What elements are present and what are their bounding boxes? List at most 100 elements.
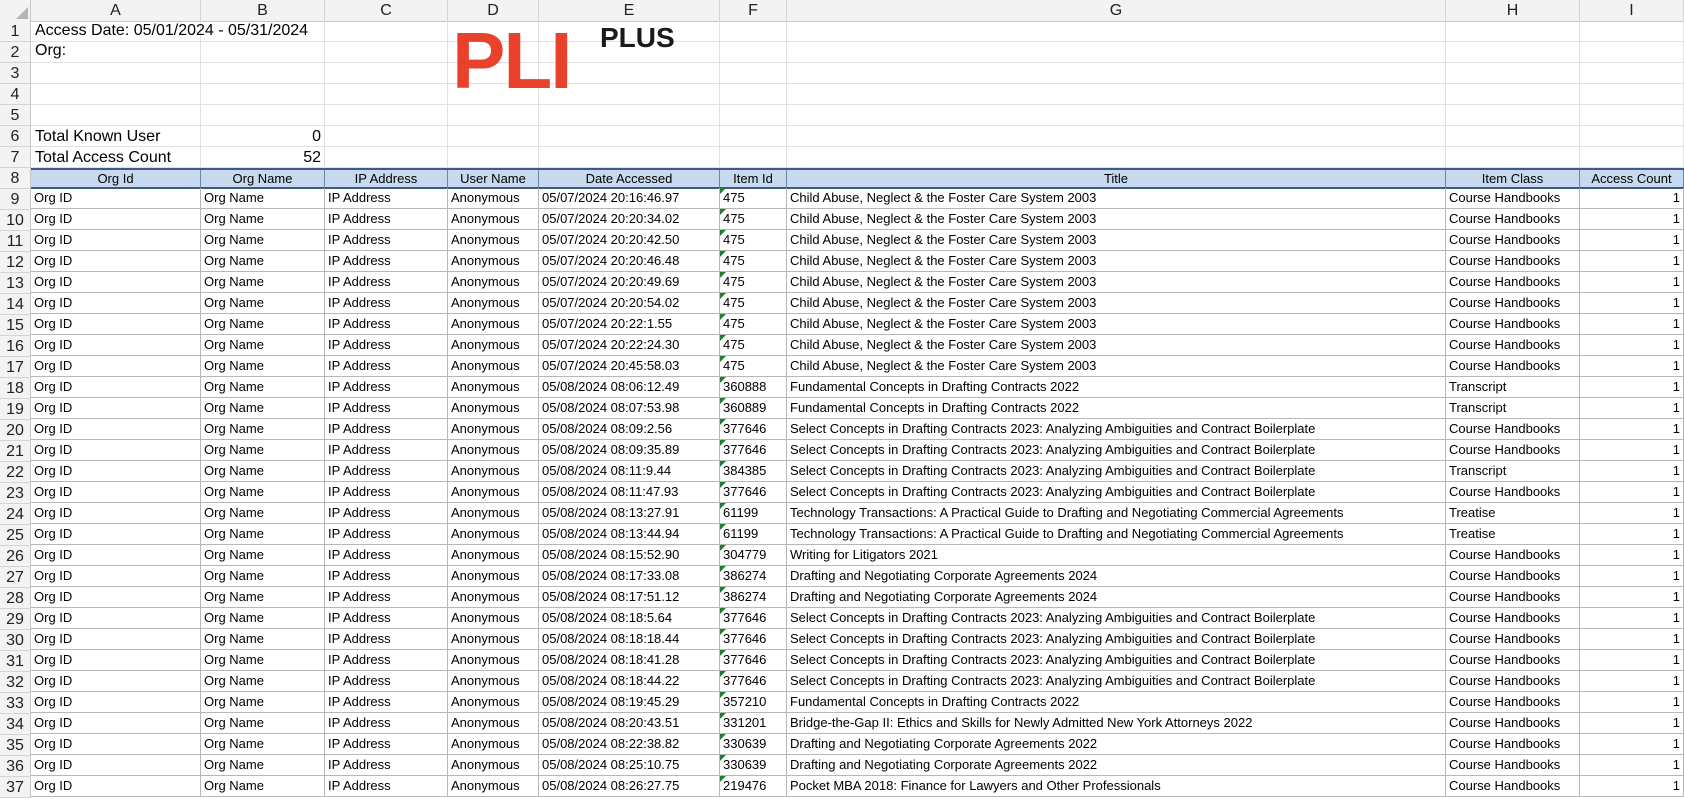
cell-item-class[interactable]: Course Handbooks — [1446, 356, 1580, 376]
cell-user-name[interactable]: Anonymous — [448, 503, 539, 523]
cell-org-id[interactable]: Org ID — [31, 461, 201, 481]
cell-org-name[interactable]: Org Name — [201, 734, 325, 754]
cell-access-count[interactable]: 1 — [1580, 314, 1684, 334]
cell-ip-address[interactable]: IP Address — [325, 440, 448, 460]
cell-access-count[interactable]: 1 — [1580, 377, 1684, 397]
cell-item-id[interactable]: 377646 — [720, 482, 787, 502]
cell-access-count[interactable]: 1 — [1580, 335, 1684, 355]
cell-ip-address[interactable]: IP Address — [325, 272, 448, 292]
cell-title[interactable]: Child Abuse, Neglect & the Foster Care S… — [787, 251, 1446, 271]
cell-item-class[interactable]: Course Handbooks — [1446, 692, 1580, 712]
cell-org-name[interactable]: Org Name — [201, 230, 325, 250]
cell-ip-address[interactable]: IP Address — [325, 503, 448, 523]
cell-title[interactable]: Technology Transactions: A Practical Gui… — [787, 524, 1446, 544]
cell-user-name[interactable]: Anonymous — [448, 272, 539, 292]
cell-ip-address[interactable]: IP Address — [325, 650, 448, 670]
cell-item-id[interactable]: 475 — [720, 272, 787, 292]
cell-user-name[interactable]: Anonymous — [448, 650, 539, 670]
cell-org-name[interactable]: Org Name — [201, 608, 325, 628]
cell-access-count[interactable]: 1 — [1580, 755, 1684, 775]
row-header-23[interactable]: 23 — [0, 483, 31, 504]
cell-ip-address[interactable]: IP Address — [325, 776, 448, 796]
row-header-32[interactable]: 32 — [0, 672, 31, 693]
column-header-h[interactable]: H — [1446, 0, 1580, 21]
cell-date-accessed[interactable]: 05/07/2024 20:22:1.55 — [539, 314, 720, 334]
number-as-text-flag-icon[interactable] — [720, 545, 726, 551]
number-as-text-flag-icon[interactable] — [720, 503, 726, 509]
cell-org-id[interactable]: Org ID — [31, 650, 201, 670]
number-as-text-flag-icon[interactable] — [720, 608, 726, 614]
number-as-text-flag-icon[interactable] — [720, 314, 726, 320]
number-as-text-flag-icon[interactable] — [720, 461, 726, 467]
row-header-20[interactable]: 20 — [0, 420, 31, 441]
cell-item-class[interactable]: Treatise — [1446, 503, 1580, 523]
cell-date-accessed[interactable]: 05/07/2024 20:20:34.02 — [539, 209, 720, 229]
cell-date-accessed[interactable]: 05/07/2024 20:20:46.48 — [539, 251, 720, 271]
cell-org-id[interactable]: Org ID — [31, 776, 201, 796]
total-access-count-label[interactable]: Total Access Count — [31, 147, 201, 168]
cell-user-name[interactable]: Anonymous — [448, 419, 539, 439]
cell-access-count[interactable]: 1 — [1580, 566, 1684, 586]
column-header-c[interactable]: C — [325, 0, 448, 21]
cell-item-id[interactable]: 475 — [720, 314, 787, 334]
cell-title[interactable]: Child Abuse, Neglect & the Foster Care S… — [787, 314, 1446, 334]
cell-ip-address[interactable]: IP Address — [325, 377, 448, 397]
cell-item-class[interactable]: Course Handbooks — [1446, 587, 1580, 607]
column-title-date-accessed[interactable]: Date Accessed — [539, 170, 720, 187]
cell-title[interactable]: Child Abuse, Neglect & the Foster Care S… — [787, 209, 1446, 229]
cell-org-name[interactable]: Org Name — [201, 566, 325, 586]
cell-ip-address[interactable]: IP Address — [325, 461, 448, 481]
row-header-8[interactable]: 8 — [0, 168, 31, 189]
cell-item-class[interactable]: Transcript — [1446, 398, 1580, 418]
cell-access-count[interactable]: 1 — [1580, 209, 1684, 229]
cell-user-name[interactable]: Anonymous — [448, 755, 539, 775]
row-header-13[interactable]: 13 — [0, 273, 31, 294]
cell-org-name[interactable]: Org Name — [201, 335, 325, 355]
cell-ip-address[interactable]: IP Address — [325, 524, 448, 544]
cell-item-class[interactable]: Course Handbooks — [1446, 314, 1580, 334]
cell-org-name[interactable]: Org Name — [201, 188, 325, 208]
access-date-cell[interactable]: Access Date: 05/01/2024 - 05/31/2024 — [31, 21, 417, 41]
cell-access-count[interactable]: 1 — [1580, 272, 1684, 292]
cell-item-class[interactable]: Course Handbooks — [1446, 776, 1580, 796]
cell-date-accessed[interactable]: 05/08/2024 08:07:53.98 — [539, 398, 720, 418]
cell-access-count[interactable]: 1 — [1580, 776, 1684, 796]
cell-user-name[interactable]: Anonymous — [448, 356, 539, 376]
cell-item-class[interactable]: Course Handbooks — [1446, 272, 1580, 292]
number-as-text-flag-icon[interactable] — [720, 755, 726, 761]
cell-user-name[interactable]: Anonymous — [448, 440, 539, 460]
cell-date-accessed[interactable]: 05/08/2024 08:13:27.91 — [539, 503, 720, 523]
cell-org-name[interactable]: Org Name — [201, 314, 325, 334]
cell-title[interactable]: Drafting and Negotiating Corporate Agree… — [787, 566, 1446, 586]
cell-item-id[interactable]: 304779 — [720, 545, 787, 565]
cell-org-id[interactable]: Org ID — [31, 629, 201, 649]
cell-title[interactable]: Child Abuse, Neglect & the Foster Care S… — [787, 230, 1446, 250]
cell-ip-address[interactable]: IP Address — [325, 230, 448, 250]
cell-access-count[interactable]: 1 — [1580, 734, 1684, 754]
cell-date-accessed[interactable]: 05/08/2024 08:11:47.93 — [539, 482, 720, 502]
column-header-i[interactable]: I — [1580, 0, 1684, 21]
number-as-text-flag-icon[interactable] — [720, 377, 726, 383]
cell-access-count[interactable]: 1 — [1580, 545, 1684, 565]
row-header-14[interactable]: 14 — [0, 294, 31, 315]
cell-title[interactable]: Select Concepts in Drafting Contracts 20… — [787, 629, 1446, 649]
row-header-19[interactable]: 19 — [0, 399, 31, 420]
cell-item-class[interactable]: Course Handbooks — [1446, 440, 1580, 460]
cell-item-class[interactable]: Course Handbooks — [1446, 671, 1580, 691]
cell-user-name[interactable]: Anonymous — [448, 587, 539, 607]
cell-ip-address[interactable]: IP Address — [325, 671, 448, 691]
cell-org-id[interactable]: Org ID — [31, 377, 201, 397]
cell-access-count[interactable]: 1 — [1580, 230, 1684, 250]
row-header-35[interactable]: 35 — [0, 735, 31, 756]
cell-date-accessed[interactable]: 05/08/2024 08:18:18.44 — [539, 629, 720, 649]
cell-date-accessed[interactable]: 05/08/2024 08:18:5.64 — [539, 608, 720, 628]
cell-item-class[interactable]: Course Handbooks — [1446, 251, 1580, 271]
row-header-15[interactable]: 15 — [0, 315, 31, 336]
cell-org-id[interactable]: Org ID — [31, 608, 201, 628]
cell-ip-address[interactable]: IP Address — [325, 587, 448, 607]
cell-org-name[interactable]: Org Name — [201, 503, 325, 523]
cell-date-accessed[interactable]: 05/08/2024 08:26:27.75 — [539, 776, 720, 796]
cell-org-name[interactable]: Org Name — [201, 356, 325, 376]
number-as-text-flag-icon[interactable] — [720, 356, 726, 362]
row-header-34[interactable]: 34 — [0, 714, 31, 735]
